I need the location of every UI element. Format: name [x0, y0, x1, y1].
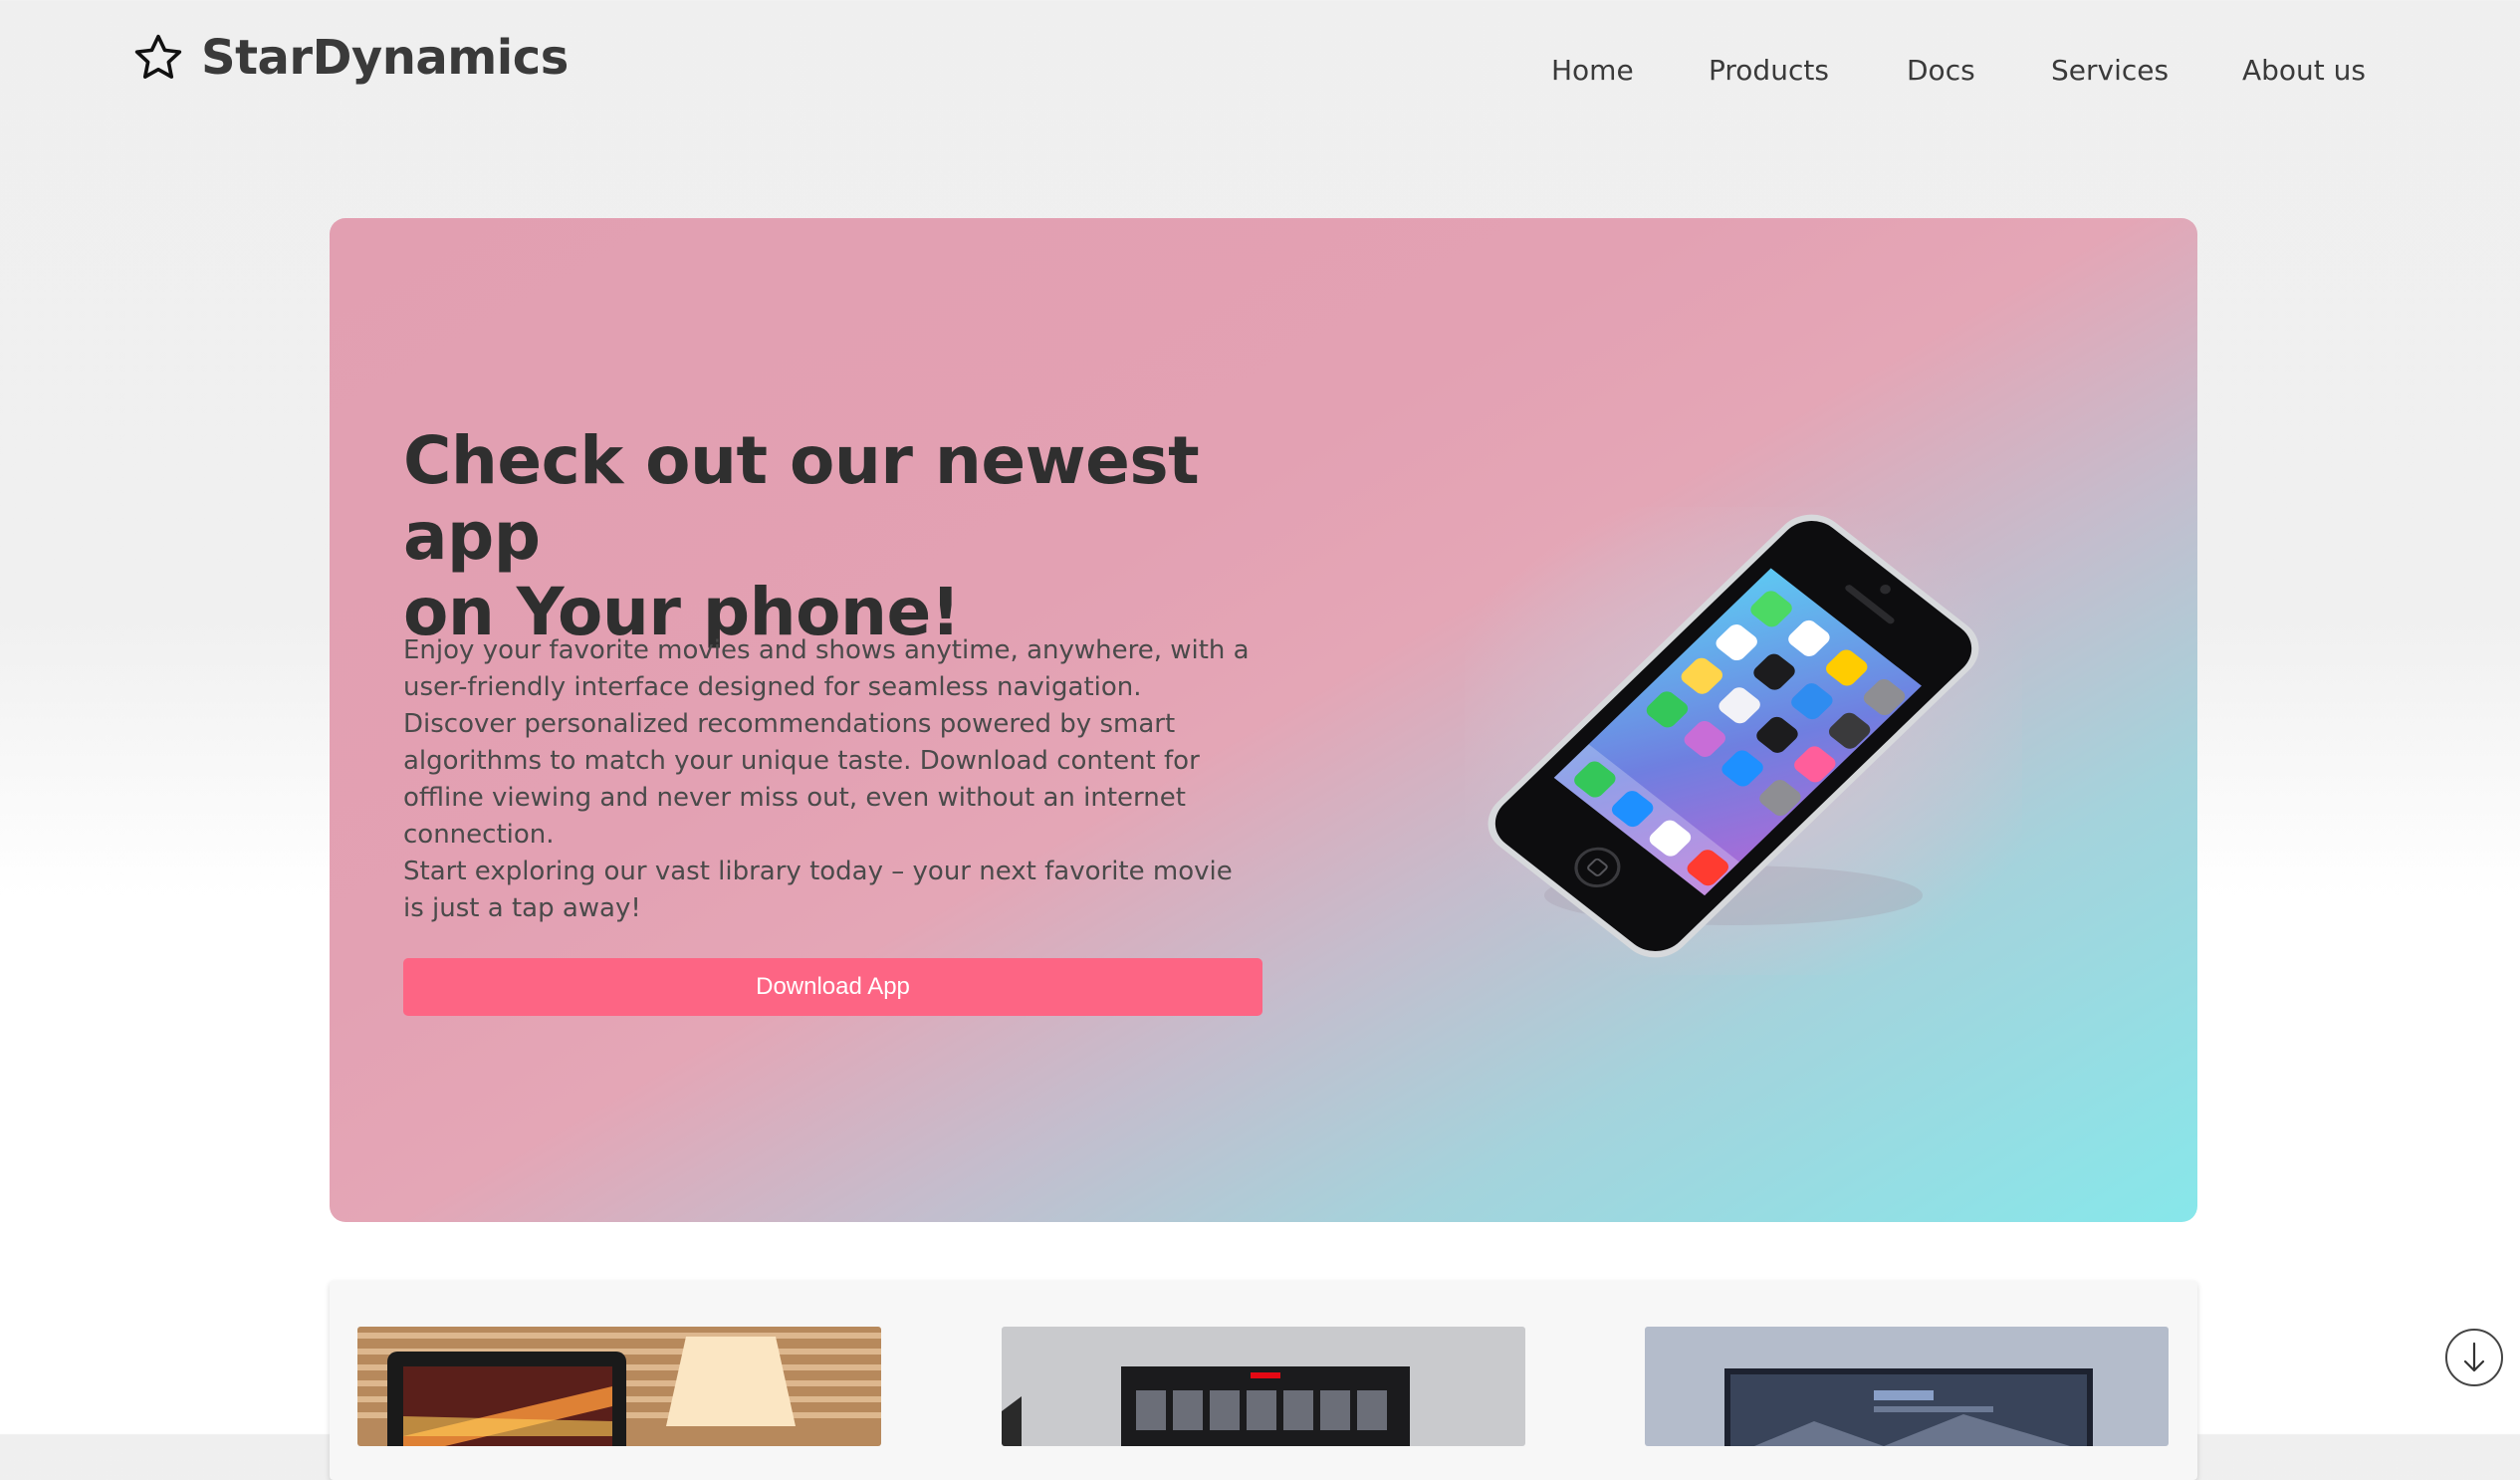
nav-about-us[interactable]: About us [2242, 54, 2366, 87]
arrow-down-icon [2463, 1342, 2485, 1372]
hero-title: Check out our newest app on Your phone! [403, 423, 1299, 650]
download-app-button[interactable]: Download App [403, 958, 1262, 1016]
scroll-down-button[interactable] [2445, 1329, 2503, 1386]
laptop-photo-icon[interactable] [357, 1327, 881, 1446]
smartphone-icon [1435, 477, 2052, 995]
nav-docs[interactable]: Docs [1907, 54, 1975, 87]
tv-photo-icon[interactable] [1002, 1327, 1525, 1446]
hero-cta-text: Start exploring our vast library today –… [403, 857, 1233, 923]
hero-title-line1: Check out our newest app [403, 422, 1200, 575]
main-nav: Home Products Docs Services About us [0, 54, 2520, 98]
featured-cards [330, 1281, 2197, 1480]
nav-home[interactable]: Home [1551, 54, 1634, 87]
hero-banner: Check out our newest app on Your phone! … [330, 218, 2197, 1222]
monitor-photo-icon[interactable] [1645, 1327, 2169, 1446]
hero-description: Enjoy your favorite movies and shows any… [403, 635, 1250, 850]
nav-products[interactable]: Products [1709, 54, 1829, 87]
nav-services[interactable]: Services [2051, 54, 2169, 87]
